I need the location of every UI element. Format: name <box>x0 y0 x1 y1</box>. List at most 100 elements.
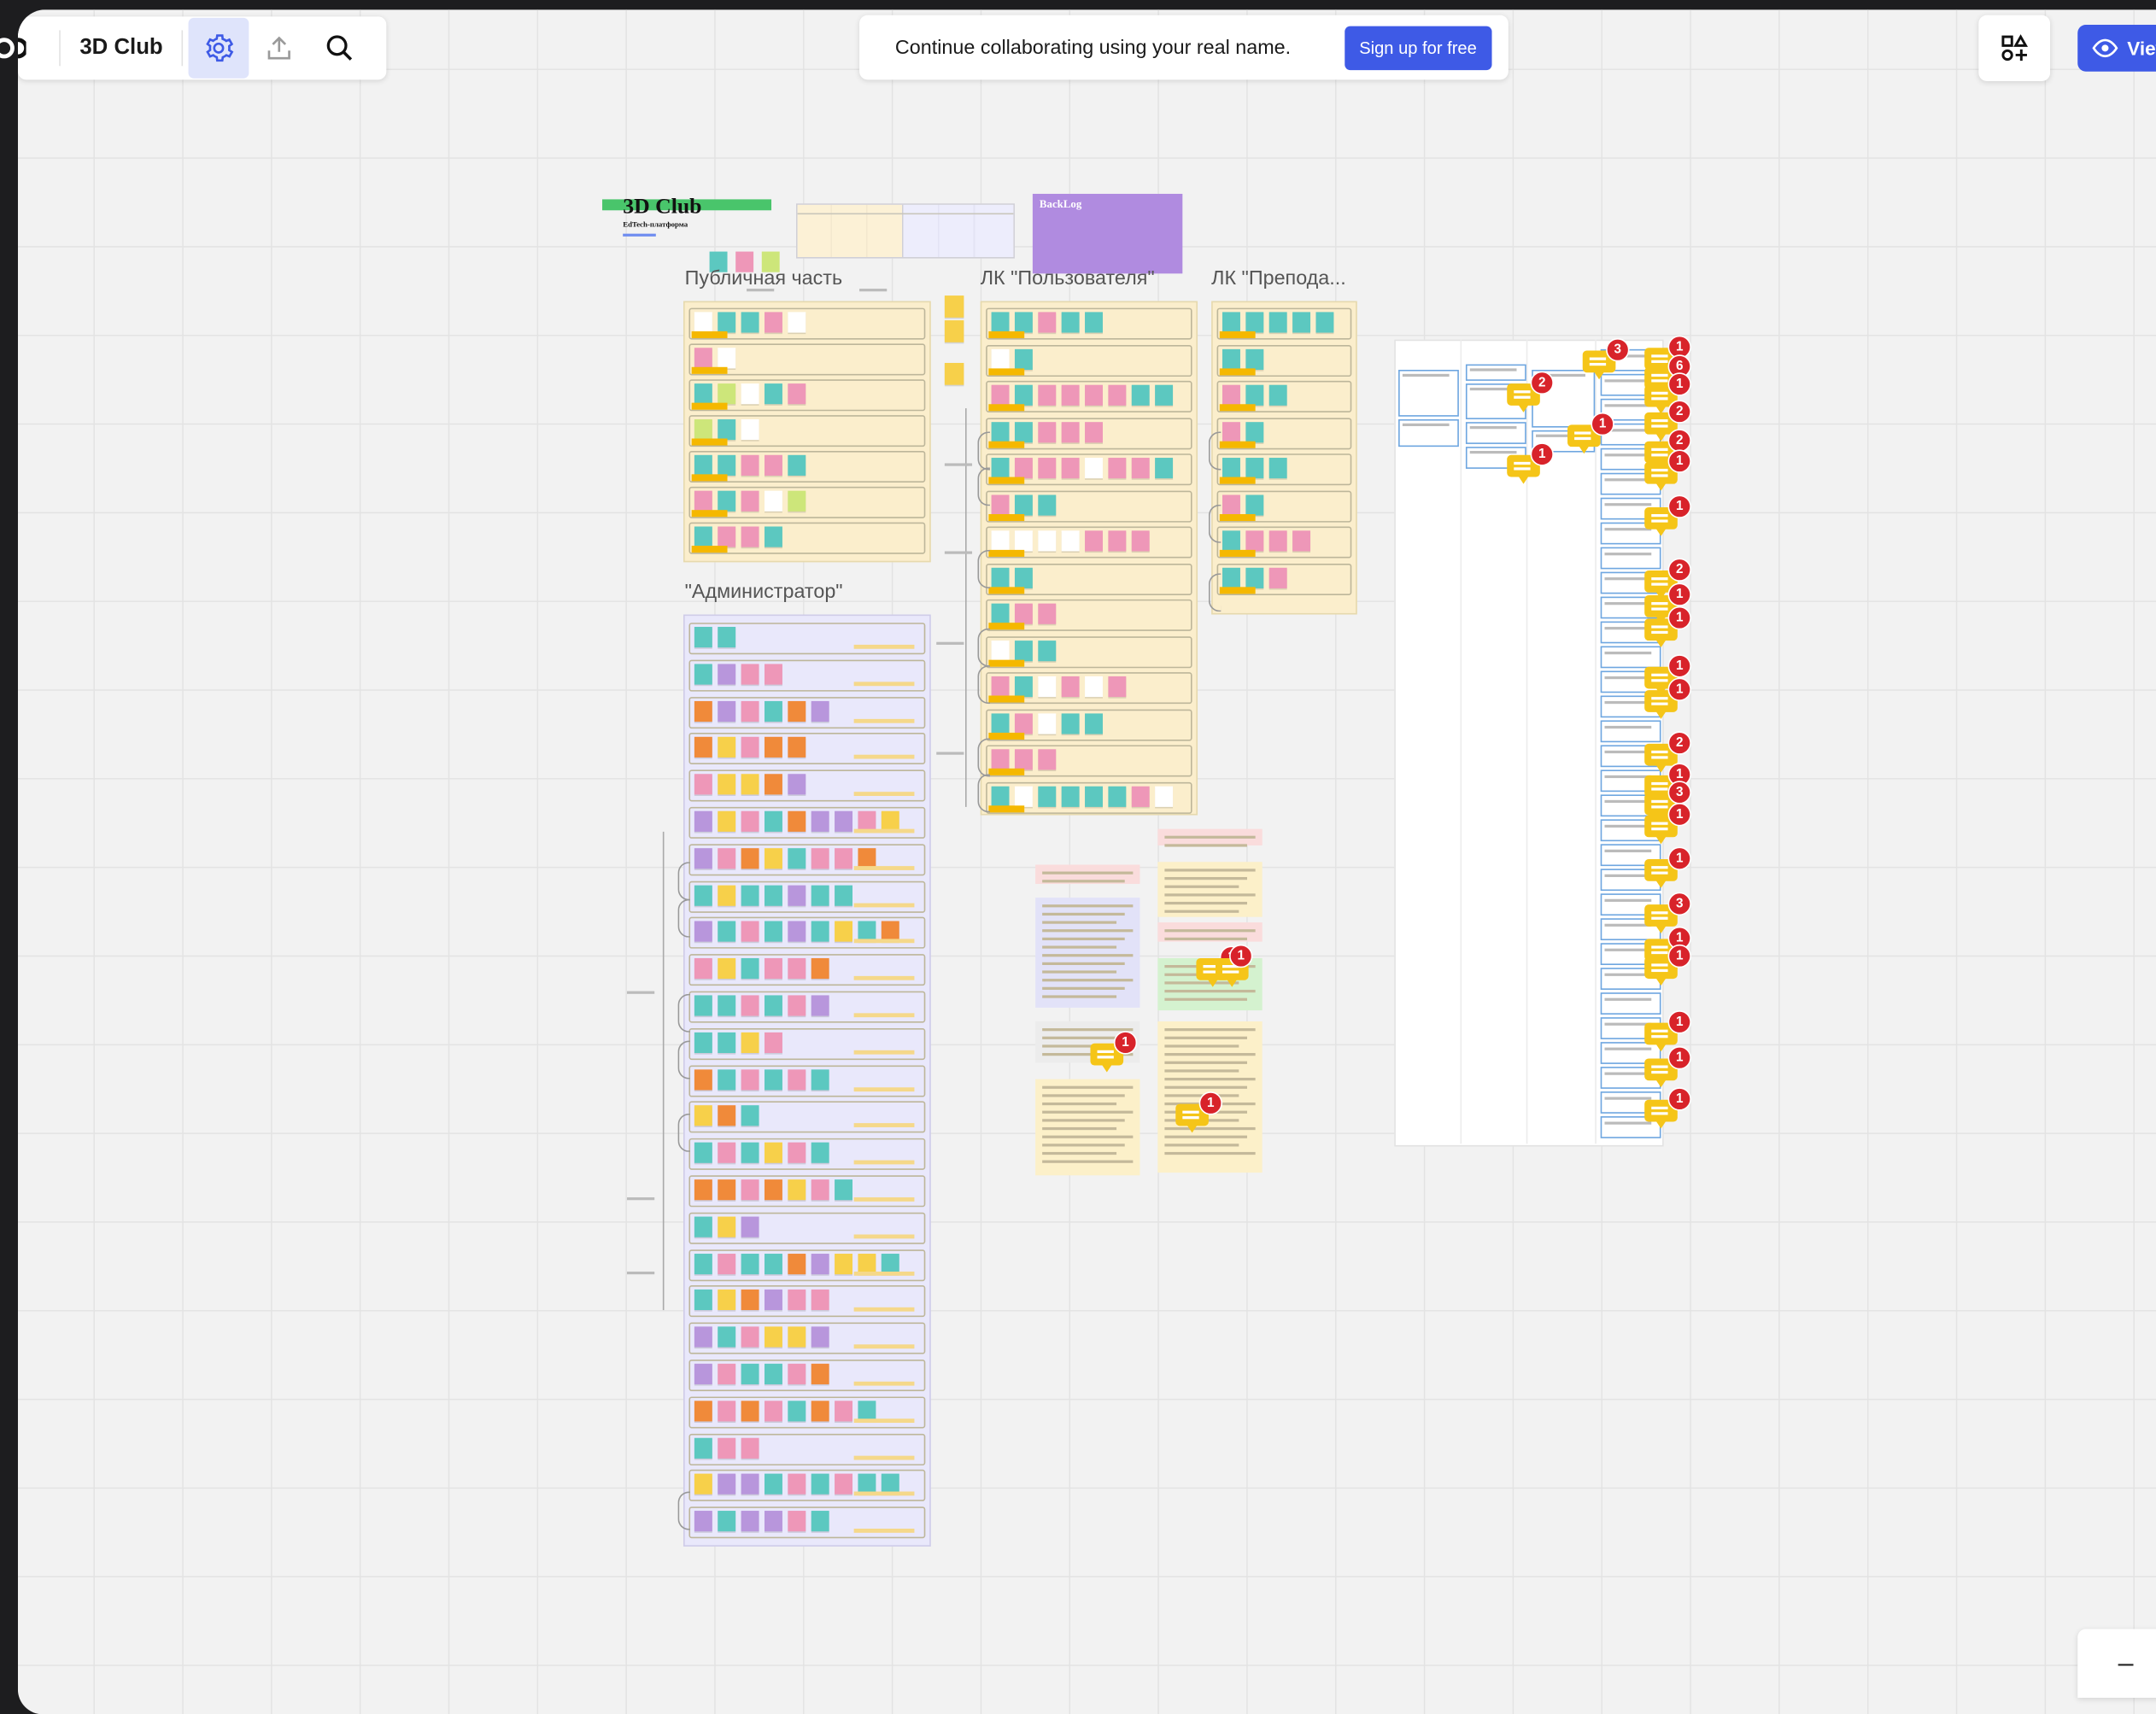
sticky-note <box>718 1032 736 1053</box>
sticky-note <box>991 712 1010 734</box>
zoom-out-button[interactable]: – <box>2077 1629 2156 1698</box>
table-card-text <box>1604 1121 1652 1125</box>
top-toolbar: 3D Club <box>17 16 387 80</box>
sticky-note <box>694 810 712 832</box>
table-card-text <box>1604 898 1652 902</box>
connector-bracket <box>677 1040 691 1079</box>
doc-text-line <box>1164 844 1247 847</box>
export-button[interactable] <box>249 18 310 79</box>
table-card-text <box>1604 997 1652 1001</box>
sticky-note <box>718 1363 736 1384</box>
row-caption <box>853 1160 915 1165</box>
connector-bracket <box>677 898 691 938</box>
comment-count-badge: 1 <box>1229 944 1253 968</box>
banner-text: Continue collaborating using your real n… <box>894 36 1292 59</box>
sticky-note <box>718 774 736 795</box>
board-title[interactable]: 3D Club <box>61 36 182 61</box>
sticky-note <box>1108 384 1127 406</box>
sticky-note <box>718 1474 736 1495</box>
sticky-note <box>1038 749 1057 770</box>
sticky-note <box>1222 384 1240 406</box>
table-card <box>1600 720 1661 743</box>
shapes-add-icon <box>2001 34 2029 61</box>
table-card <box>1600 547 1661 570</box>
doc-text-line <box>1042 1036 1125 1039</box>
connector-bracket <box>1208 504 1222 543</box>
sticky-note <box>1155 458 1174 479</box>
sticky-note <box>694 348 712 369</box>
sticky-note <box>1108 785 1127 807</box>
table-card-text <box>1402 373 1450 377</box>
backlog-label: BackLog <box>1039 197 1082 211</box>
row-tag <box>988 768 1025 775</box>
doc-text-line <box>1164 1028 1256 1032</box>
sticky-note <box>764 664 782 685</box>
sticky-note <box>811 884 829 906</box>
view-button[interactable]: View <box>2077 24 2156 72</box>
sign-up-button[interactable]: Sign up for free <box>1344 25 1492 70</box>
sticky-note <box>764 1326 782 1348</box>
view-button-label: View <box>2127 37 2156 60</box>
sticky-note <box>694 526 712 547</box>
doc-text-line <box>1164 929 1256 933</box>
doc-text-line <box>1164 1077 1256 1081</box>
connector-bracket <box>677 1491 691 1530</box>
sticky-note <box>788 312 806 333</box>
doc-text-line <box>1042 912 1125 916</box>
sticky-note <box>764 884 782 906</box>
sticky-note <box>741 847 759 869</box>
sticky-note <box>788 847 806 869</box>
board-menu-icon[interactable] <box>17 18 28 79</box>
table-divider <box>1595 339 1596 1144</box>
shapes-button[interactable] <box>1978 15 2051 81</box>
row-caption <box>853 1197 915 1202</box>
doc-text-line <box>1164 937 1247 941</box>
sticky-note <box>764 847 782 869</box>
sticky-note <box>788 1326 806 1348</box>
doc-text-line <box>1042 1102 1117 1106</box>
sticky-note <box>694 1032 712 1053</box>
sticky-note <box>944 295 964 318</box>
sticky-note <box>694 1511 712 1532</box>
connector-dash <box>936 641 964 645</box>
doc-text-line <box>1042 1085 1134 1089</box>
doc-text-line <box>1164 910 1239 913</box>
sticky-note <box>741 921 759 943</box>
doc-text-line <box>1042 1144 1125 1147</box>
sticky-note <box>764 1400 782 1422</box>
sticky-note <box>718 700 736 722</box>
sticky-note <box>694 958 712 980</box>
doc-text-line <box>1042 929 1134 933</box>
sticky-note <box>1085 530 1103 552</box>
sticky-note <box>991 566 1010 588</box>
sticky-note <box>835 884 853 906</box>
sticky-note <box>764 1511 782 1532</box>
connector-bracket <box>977 774 990 813</box>
table-card <box>1398 370 1459 417</box>
comment-count-badge: 1 <box>1667 582 1691 606</box>
sticky-note <box>764 1142 782 1164</box>
sticky-note <box>1085 785 1103 807</box>
board-canvas[interactable]: 3D Club Continue collaborating using you… <box>17 9 2156 1714</box>
sticky-note <box>1014 640 1033 661</box>
sticky-note <box>1014 603 1033 624</box>
row-caption <box>853 1492 915 1496</box>
sticky-note <box>1014 749 1033 770</box>
row-tag <box>988 586 1025 594</box>
sticky-note <box>1108 458 1127 479</box>
sticky-note <box>1292 530 1311 552</box>
table-card-text <box>1604 725 1652 729</box>
sticky-note <box>694 884 712 906</box>
connector-bracket <box>977 431 990 471</box>
settings-button[interactable] <box>189 17 250 79</box>
doc-text-line <box>1042 954 1134 957</box>
comment-count-badge: 1 <box>1667 1087 1691 1111</box>
sticky-note <box>1131 458 1150 479</box>
row-caption <box>853 644 915 649</box>
sticky-note <box>811 1290 829 1311</box>
sticky-note <box>741 737 759 758</box>
search-button[interactable] <box>310 18 371 79</box>
sticky-note <box>1222 312 1240 333</box>
sticky-note <box>1038 785 1057 807</box>
row-caption <box>853 865 915 870</box>
